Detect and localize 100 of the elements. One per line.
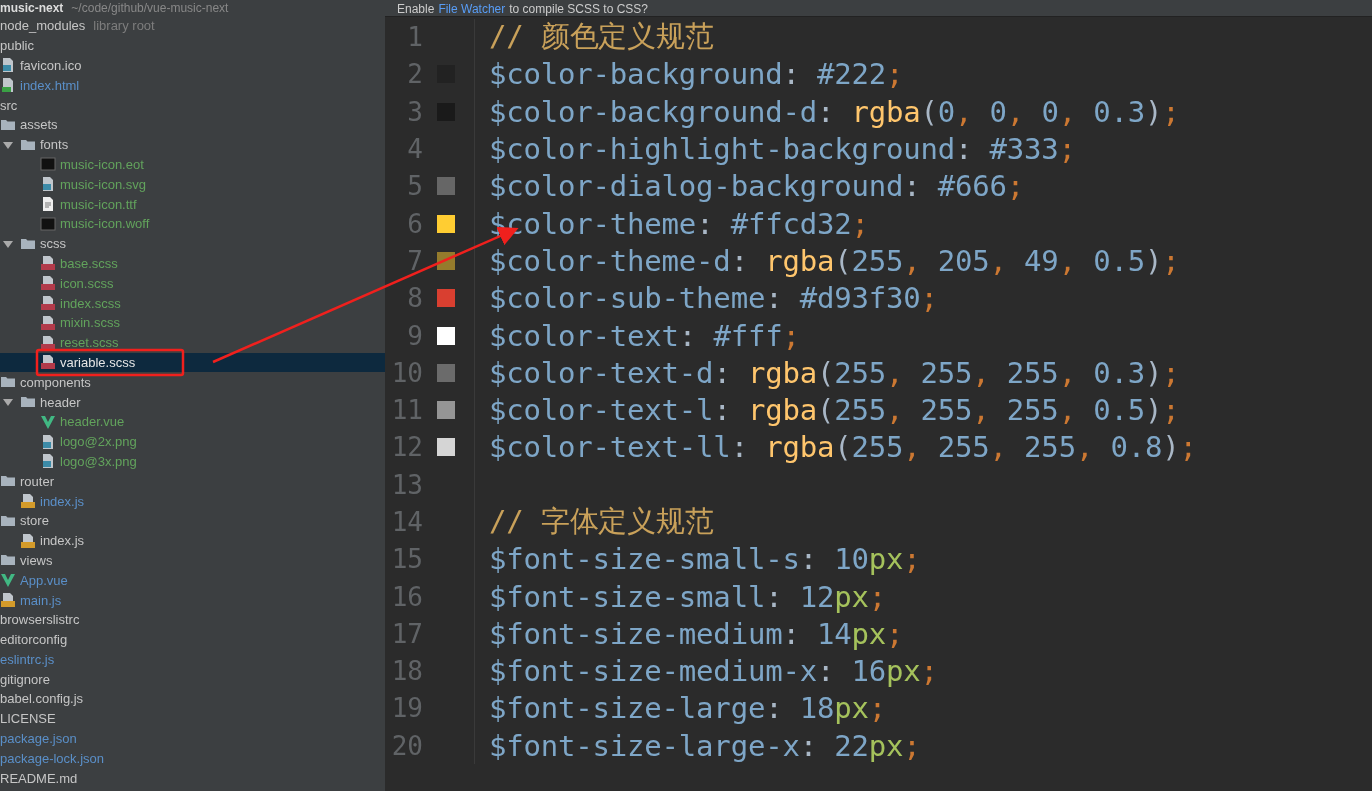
tree-item[interactable]: assets [0,115,385,135]
tree-item[interactable]: favicon.ico [0,55,385,76]
tree-item[interactable]: browserslistrc [0,609,385,630]
line-number: 12 [390,432,423,463]
vue-icon [0,572,16,589]
tree-item[interactable]: views [0,550,385,571]
tree-item[interactable]: index.html [0,75,385,96]
code-line: $color-text-ll: rgba(255, 255, 255, 0.8); [489,430,1197,465]
code-line: // 颜色定义规范 [489,18,714,56]
line-number: 2 [406,59,423,90]
tree-item[interactable]: editorconfig [0,629,385,650]
tree-item[interactable]: gitignore [0,669,385,690]
line-number: 7 [406,245,423,276]
file-watcher-link[interactable]: File Watcher [438,3,506,16]
document-icon [40,196,56,213]
code-line: $color-highlight-background: #333; [489,132,1076,167]
image-file-icon [40,433,56,450]
tree-item[interactable]: music-icon.woff [0,213,385,234]
line-number: 6 [406,208,423,239]
code-line: $color-background: #222; [489,57,904,92]
js-file-icon [0,592,16,608]
tree-item[interactable]: music-icon.ttf [0,194,385,214]
line-number: 16 [390,581,423,612]
tree-item[interactable]: header [0,392,385,412]
line-number: 13 [390,469,423,500]
line-number: 19 [390,693,423,724]
code-line: $font-size-medium: 14px; [489,616,904,651]
line-number: 11 [390,395,423,426]
tree-item[interactable]: icon.scss [0,273,385,294]
scss-file-icon [40,354,56,371]
tree-item[interactable]: mixin.scss [0,312,385,333]
code-line: $font-size-large-x: 22px; [489,728,921,763]
code-line: $color-dialog-background: #666; [489,169,1025,204]
line-number: 9 [406,320,423,351]
scss-file-icon [40,255,56,272]
tree-item[interactable]: public [0,35,385,56]
code-line: $color-text-l: rgba(255, 255, 255, 0.5); [489,393,1180,428]
tree-item[interactable]: logo@3x.png [0,451,385,472]
tree-item[interactable]: index.js [0,491,385,511]
line-number: 20 [390,730,423,761]
line-number: 3 [406,96,423,127]
vue-icon [40,413,56,430]
tree-item[interactable]: store [0,510,385,531]
scss-file-icon [40,275,56,292]
line-number: 1 [406,22,423,53]
tree-item[interactable]: header.vue [0,411,385,432]
html-file-icon [0,77,16,94]
tree-item[interactable]: router [0,471,385,492]
image-file-icon [0,57,16,74]
code-line: $color-text-d: rgba(255, 255, 255, 0.3); [489,355,1180,390]
project-path: ~/code/github/vue-music-next [71,1,229,15]
tree-item[interactable]: music-icon.eot [0,154,385,175]
line-number: 5 [406,171,423,202]
code-line: $color-background-d: rgba(0, 0, 0, 0.3); [489,94,1180,129]
tree-item[interactable]: components [0,372,385,393]
scss-file-icon [40,295,56,312]
line-number: 17 [390,618,423,649]
tree-item[interactable]: babel.config.js [0,689,385,709]
js-file-icon [20,493,36,509]
code-line: $font-size-large: 18px; [489,691,886,726]
code-line: // 字体定义规范 [489,503,714,540]
project-name: music-next [0,1,64,15]
tree-item[interactable]: LICENSE [0,708,385,729]
line-number: 18 [390,656,423,687]
tree-item[interactable]: package.json [0,728,385,749]
tree-item[interactable]: src [0,95,385,115]
code-line: $color-theme: #ffcd32; [489,206,869,241]
dark-file-icon [40,156,56,173]
image-file-icon [40,453,56,470]
code-line: $font-size-small-s: 10px; [489,542,921,577]
code-line: $font-size-small: 12px; [489,579,886,614]
tree-item[interactable]: scss [0,233,385,254]
tree-item[interactable]: variable.scss [0,352,385,373]
tree-item[interactable]: logo@2x.png [0,431,385,452]
tree-item[interactable]: main.js [0,590,385,610]
banner-text: to compile SCSS to CSS? [509,3,648,16]
code-line: $color-theme-d: rgba(255, 205, 49, 0.5); [489,243,1180,278]
tree-item[interactable]: eslintrc.js [0,649,385,670]
scss-file-icon [40,334,56,351]
tree-item[interactable]: package-lock.json [0,748,385,769]
tree-item[interactable]: base.scss [0,253,385,274]
image-file-icon [40,176,56,193]
tree-item[interactable]: index.scss [0,293,385,313]
banner-text: Enable [397,3,435,16]
code-line: $color-text: #fff; [489,318,800,353]
line-number: 14 [390,507,423,537]
tree-item[interactable]: App.vue [0,570,385,591]
tree-item[interactable]: fonts [0,134,385,155]
tree-item[interactable]: reset.scss [0,332,385,353]
tree-item[interactable]: index.js [0,530,385,551]
code-line: $font-size-medium-x: 16px; [489,654,938,689]
js-file-icon [20,532,36,549]
dark-file-icon [40,215,56,232]
tree-item[interactable]: node_modules library root [0,16,385,36]
tree-item[interactable]: music-icon.svg [0,174,385,195]
line-number: 8 [406,283,423,314]
line-number: 15 [390,544,423,575]
tree-item[interactable]: README.md [0,768,385,789]
line-number: 4 [406,134,423,165]
line-number: 10 [390,357,423,388]
